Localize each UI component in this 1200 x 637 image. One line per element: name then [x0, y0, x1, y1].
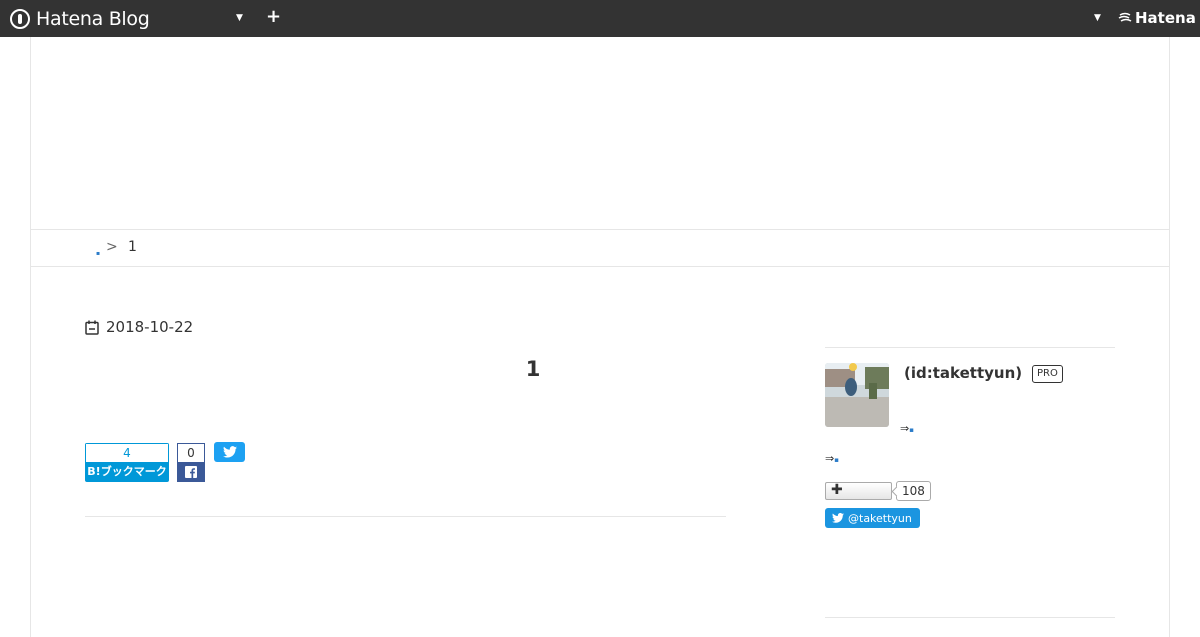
bio-arrow-1: ⇒ — [900, 422, 910, 435]
blog-menu-caret-icon[interactable]: ▼ — [236, 13, 243, 23]
brand-text: Hatena Blog — [36, 7, 150, 30]
hatena-blog-logo-icon — [10, 8, 30, 29]
article-divider — [85, 516, 726, 517]
breadcrumb: ▪ > 1 — [30, 229, 1170, 267]
facebook-share-button[interactable]: 0 — [177, 443, 205, 482]
twitter-follow-button[interactable]: @takettyun — [825, 508, 920, 528]
sidebar-divider-bottom — [825, 617, 1115, 618]
global-header: Hatena Blog ▼ + ▼ Hatena — [0, 0, 1200, 37]
user-menu-caret-icon[interactable]: ▼ — [1094, 13, 1101, 23]
subscriber-count: 108 — [896, 481, 931, 501]
hatena-swirl-icon — [1118, 12, 1132, 22]
entry-date-text: 2018-10-22 — [106, 318, 194, 336]
breadcrumb-separator: > — [106, 239, 118, 255]
twitter-bird-icon — [832, 513, 844, 523]
twitter-bird-icon — [222, 446, 237, 458]
hatena-bookmark-button[interactable]: 4 B!ブックマーク — [85, 443, 169, 482]
bio-link-2[interactable]: ▪ — [834, 456, 839, 464]
bio-link-1[interactable]: ▪ — [909, 426, 914, 434]
bio-arrow-2: ⇒ — [825, 452, 835, 465]
profile-bio-line-1: ⇒▪ — [900, 422, 914, 435]
breadcrumb-current: 1 — [128, 239, 137, 255]
breadcrumb-home-link[interactable]: ▪ — [96, 250, 100, 257]
hatena-logo[interactable]: Hatena — [1118, 9, 1196, 27]
entry-date[interactable]: 2018-10-22 — [85, 318, 193, 336]
hatena-blog-logo[interactable]: Hatena Blog — [10, 5, 150, 32]
twitter-share-button[interactable] — [214, 442, 245, 462]
subscribe-button[interactable]: ✚ — [825, 482, 892, 500]
facebook-share-count: 0 — [177, 443, 205, 462]
page-frame — [30, 37, 1170, 637]
hatena-bookmark-count: 4 — [85, 443, 169, 462]
sidebar-divider-top — [825, 347, 1115, 348]
hatena-bookmark-label: B!ブックマーク — [85, 462, 169, 482]
profile-avatar[interactable] — [825, 363, 889, 427]
profile-name[interactable]: (id:takettyun) — [904, 364, 1022, 382]
plus-icon: ✚ — [831, 482, 843, 498]
pro-badge: PRO — [1032, 365, 1063, 383]
avatar-image — [825, 363, 889, 427]
facebook-icon — [177, 462, 205, 482]
calendar-icon — [85, 320, 99, 335]
add-entry-button[interactable]: + — [266, 6, 281, 27]
profile-bio-line-2: ⇒▪ — [825, 452, 839, 465]
twitter-handle: @takettyun — [848, 511, 912, 525]
hatena-logo-text: Hatena — [1135, 9, 1196, 27]
